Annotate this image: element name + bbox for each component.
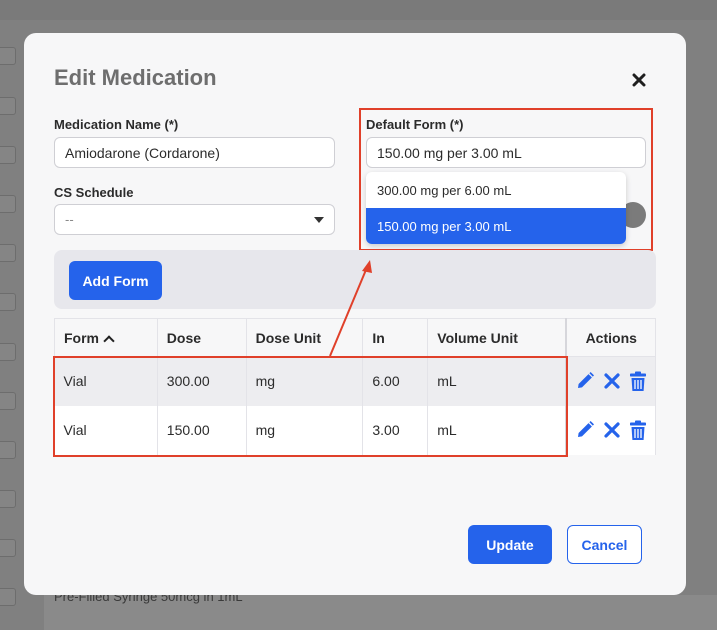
cell-dose-unit: mg xyxy=(246,356,364,406)
background-row-handle xyxy=(0,588,16,606)
cell-dose: 300.00 xyxy=(157,356,247,406)
remove-icon[interactable] xyxy=(603,421,621,439)
background-header xyxy=(0,0,717,20)
close-button[interactable] xyxy=(628,69,650,91)
background-row-handle xyxy=(0,146,16,164)
cell-dose-unit: mg xyxy=(246,405,364,455)
background-row-handle xyxy=(0,392,16,410)
remove-icon[interactable] xyxy=(603,372,621,390)
background-row-handle xyxy=(0,490,16,508)
medication-name-label: Medication Name (*) xyxy=(54,117,179,132)
background-row-handle xyxy=(0,244,16,262)
cell-actions xyxy=(565,356,657,406)
cell-dose: 150.00 xyxy=(157,405,247,455)
column-header-volume-unit[interactable]: Volume Unit xyxy=(427,318,567,357)
modal-title: Edit Medication xyxy=(54,65,217,90)
column-header-form[interactable]: Form xyxy=(54,318,158,357)
cs-schedule-label: CS Schedule xyxy=(54,185,134,200)
update-button[interactable]: Update xyxy=(468,525,552,564)
edit-icon[interactable] xyxy=(575,420,595,440)
default-form-select[interactable]: 150.00 mg per 3.00 mL xyxy=(366,137,646,168)
table-row: Vial 300.00 mg 6.00 mL xyxy=(54,356,657,406)
edit-icon[interactable] xyxy=(575,371,595,391)
close-icon xyxy=(632,73,646,87)
forms-toolbar: Add Form xyxy=(54,250,656,309)
table-row: Vial 150.00 mg 3.00 mL xyxy=(54,405,657,455)
table-header-row: Form Dose Dose Unit In Volume Unit Actio… xyxy=(54,318,657,357)
background-row-handle xyxy=(0,97,16,115)
dropdown-option[interactable]: 300.00 mg per 6.00 mL xyxy=(366,172,626,208)
chevron-down-icon xyxy=(314,217,324,223)
cancel-button[interactable]: Cancel xyxy=(567,525,642,564)
cell-form: Vial xyxy=(54,405,158,455)
background-row-handle xyxy=(0,441,16,459)
column-header-dose[interactable]: Dose xyxy=(156,318,247,357)
background-row-handle xyxy=(0,539,16,557)
cs-schedule-value: -- xyxy=(65,212,74,227)
default-form-label: Default Form (*) xyxy=(366,117,464,132)
cell-volume-unit: mL xyxy=(427,356,567,406)
background-row-handle xyxy=(0,293,16,311)
cell-form: Vial xyxy=(54,356,158,406)
edit-medication-modal: Edit Medication Medication Name (*) Amio… xyxy=(24,33,686,595)
background-row-handle xyxy=(0,195,16,213)
background-row-handle xyxy=(0,343,16,361)
cell-actions xyxy=(565,405,657,455)
add-form-button[interactable]: Add Form xyxy=(69,261,162,300)
background-row-handle xyxy=(0,47,16,65)
medication-name-input[interactable]: Amiodarone (Cordarone) xyxy=(54,137,335,168)
cell-in: 6.00 xyxy=(362,356,429,406)
column-header-actions: Actions xyxy=(565,318,657,357)
cell-in: 3.00 xyxy=(362,405,429,455)
delete-icon[interactable] xyxy=(629,371,647,392)
cell-volume-unit: mL xyxy=(427,405,567,455)
sort-ascending-icon xyxy=(103,334,115,347)
dropdown-option-selected[interactable]: 150.00 mg per 3.00 mL xyxy=(366,208,626,244)
cs-schedule-select[interactable]: -- xyxy=(54,204,335,235)
column-header-in[interactable]: In xyxy=(362,318,429,357)
delete-icon[interactable] xyxy=(629,420,647,441)
column-header-dose-unit[interactable]: Dose Unit xyxy=(245,318,364,357)
default-form-dropdown: 300.00 mg per 6.00 mL 150.00 mg per 3.00… xyxy=(366,172,626,244)
forms-table: Form Dose Dose Unit In Volume Unit Actio… xyxy=(54,318,657,455)
